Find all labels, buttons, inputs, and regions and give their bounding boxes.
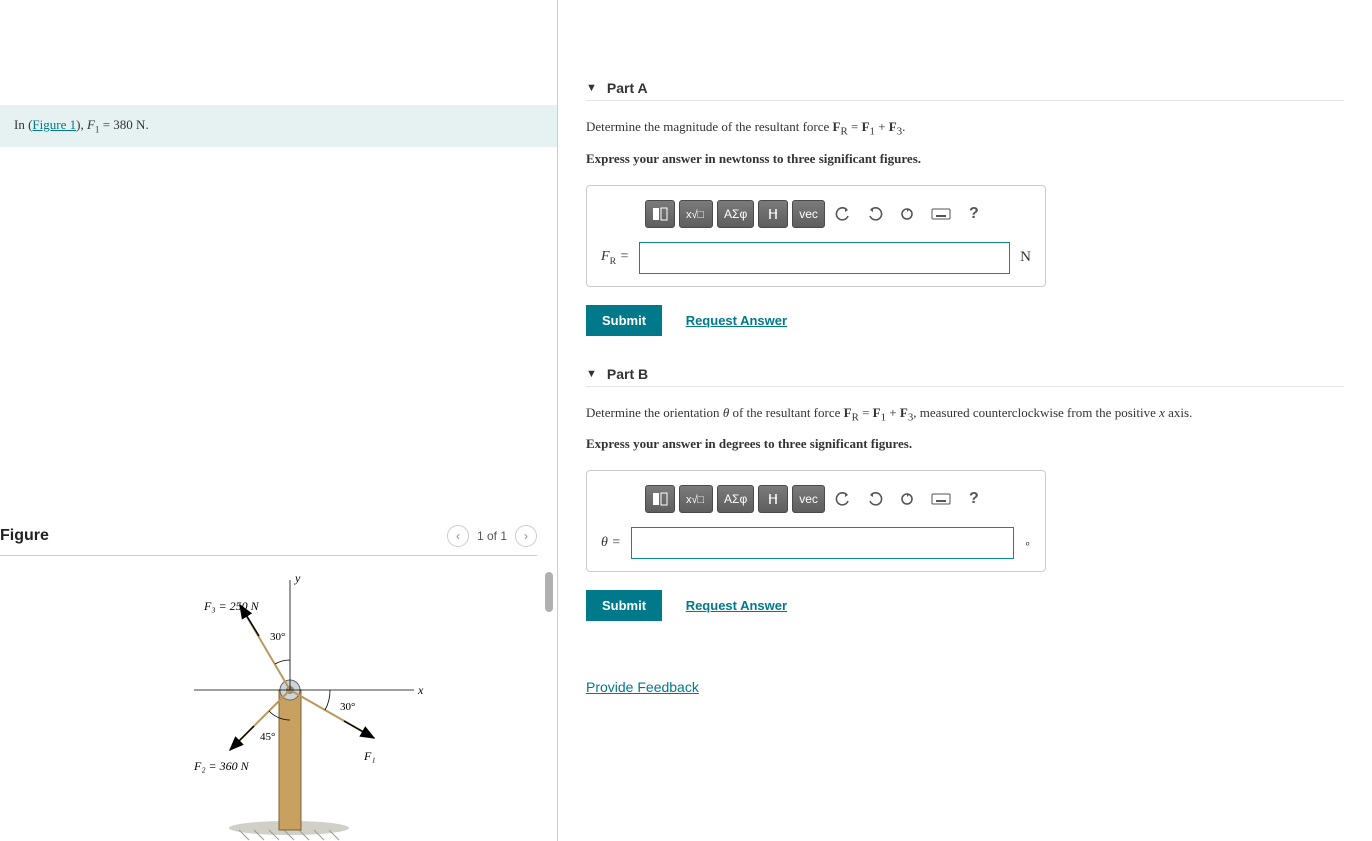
figure-nav-text: 1 of 1: [477, 529, 507, 543]
provide-feedback-link[interactable]: Provide Feedback: [586, 679, 699, 695]
part-a-answer-box: x√□ ΑΣφ vec ? FR = N: [586, 185, 1046, 287]
figure-body: y x F₃ = 250 N F₂ = 360 N F₁ 30° 30° 45°: [0, 560, 537, 841]
redo-button[interactable]: [861, 201, 889, 227]
svg-text:x√□: x√□: [686, 494, 705, 506]
templates-button[interactable]: [645, 485, 675, 513]
math-symbols-button[interactable]: x√□: [679, 200, 713, 228]
part-b-answer-box: x√□ ΑΣφ vec ? θ = ∘: [586, 470, 1046, 572]
svg-text:x√□: x√□: [686, 209, 705, 221]
figure-link[interactable]: Figure 1: [32, 117, 76, 132]
svg-text:45°: 45°: [260, 731, 275, 743]
figure-title: Figure: [0, 527, 49, 545]
templates-button[interactable]: [645, 200, 675, 228]
chevron-down-icon: ▼: [586, 368, 597, 380]
vec-button[interactable]: vec: [792, 485, 825, 513]
reset-button[interactable]: [893, 201, 921, 227]
svg-text:F₃ = 250 N: F₃ = 250 N: [203, 599, 260, 613]
part-a-unit: N: [1020, 249, 1031, 266]
part-b-unit: ∘: [1024, 537, 1031, 550]
part-b-request-link[interactable]: Request Answer: [680, 597, 793, 614]
figure-next-button[interactable]: ›: [515, 525, 537, 547]
figure-header: Figure ‹ 1 of 1 ›: [0, 525, 537, 556]
reset-button[interactable]: [893, 486, 921, 512]
greek-button[interactable]: ΑΣφ: [717, 200, 754, 228]
undo-button[interactable]: [829, 201, 857, 227]
part-b-input[interactable]: [631, 527, 1014, 559]
part-b-title: Part B: [607, 366, 648, 382]
part-b-section: ▼ Part B Determine the orientation θ of …: [586, 366, 1344, 622]
keyboard-button[interactable]: [925, 201, 957, 227]
part-a-toolbar: x√□ ΑΣφ vec ?: [601, 200, 1031, 228]
svg-text:30°: 30°: [340, 701, 355, 713]
part-a-submit-button[interactable]: Submit: [586, 305, 662, 336]
svg-text:F₂ = 360 N: F₂ = 360 N: [193, 759, 250, 773]
right-pane: ▼ Part A Determine the magnitude of the …: [558, 0, 1372, 841]
scrollbar-thumb[interactable]: [545, 572, 553, 612]
help-button[interactable]: ?: [961, 201, 987, 227]
intro-after: ),: [76, 117, 87, 132]
svg-text:y: y: [294, 571, 301, 585]
subscript-button[interactable]: [758, 200, 788, 228]
part-a-instruction: Express your answer in newtonss to three…: [586, 151, 1344, 167]
figure-prev-button[interactable]: ‹: [447, 525, 469, 547]
part-a-input[interactable]: [639, 242, 1010, 274]
part-a-title: Part A: [607, 80, 648, 96]
part-b-prompt: Determine the orientation θ of the resul…: [586, 405, 1344, 424]
svg-text:30°: 30°: [270, 631, 285, 643]
undo-button[interactable]: [829, 486, 857, 512]
redo-button[interactable]: [861, 486, 889, 512]
part-a-input-row: FR = N: [601, 242, 1031, 274]
left-pane: In (Figure 1), F1 = 380 N. Figure ‹ 1 of…: [0, 0, 558, 841]
intro-var: F1: [87, 117, 100, 132]
part-a-equation: FR = F1 + F3: [833, 119, 903, 134]
part-a-section: ▼ Part A Determine the magnitude of the …: [586, 80, 1344, 336]
problem-intro: In (Figure 1), F1 = 380 N.: [0, 105, 557, 147]
chevron-down-icon: ▼: [586, 82, 597, 94]
part-a-prompt: Determine the magnitude of the resultant…: [586, 119, 1344, 138]
help-button[interactable]: ?: [961, 486, 987, 512]
subscript-button[interactable]: [758, 485, 788, 513]
intro-prefix: In (: [14, 117, 32, 132]
part-b-input-row: θ = ∘: [601, 527, 1031, 559]
vec-button[interactable]: vec: [792, 200, 825, 228]
intro-equals: = 380 N.: [99, 117, 148, 132]
part-b-toolbar: x√□ ΑΣφ vec ?: [601, 485, 1031, 513]
part-b-equation: FR = F1 + F3: [844, 405, 914, 420]
part-b-submit-button[interactable]: Submit: [586, 590, 662, 621]
svg-text:x: x: [417, 683, 424, 697]
part-a-var-label: FR =: [601, 249, 629, 267]
figure-nav: ‹ 1 of 1 ›: [447, 525, 537, 547]
part-a-request-link[interactable]: Request Answer: [680, 312, 793, 329]
math-symbols-button[interactable]: x√□: [679, 485, 713, 513]
figure-diagram: y x F₃ = 250 N F₂ = 360 N F₁ 30° 30° 45°: [74, 570, 454, 841]
part-b-var-label: θ =: [601, 535, 621, 551]
part-b-instruction: Express your answer in degrees to three …: [586, 436, 1344, 452]
svg-text:F₁: F₁: [363, 749, 376, 763]
part-a-header[interactable]: ▼ Part A: [586, 80, 1344, 101]
keyboard-button[interactable]: [925, 486, 957, 512]
greek-button[interactable]: ΑΣφ: [717, 485, 754, 513]
part-b-header[interactable]: ▼ Part B: [586, 366, 1344, 387]
